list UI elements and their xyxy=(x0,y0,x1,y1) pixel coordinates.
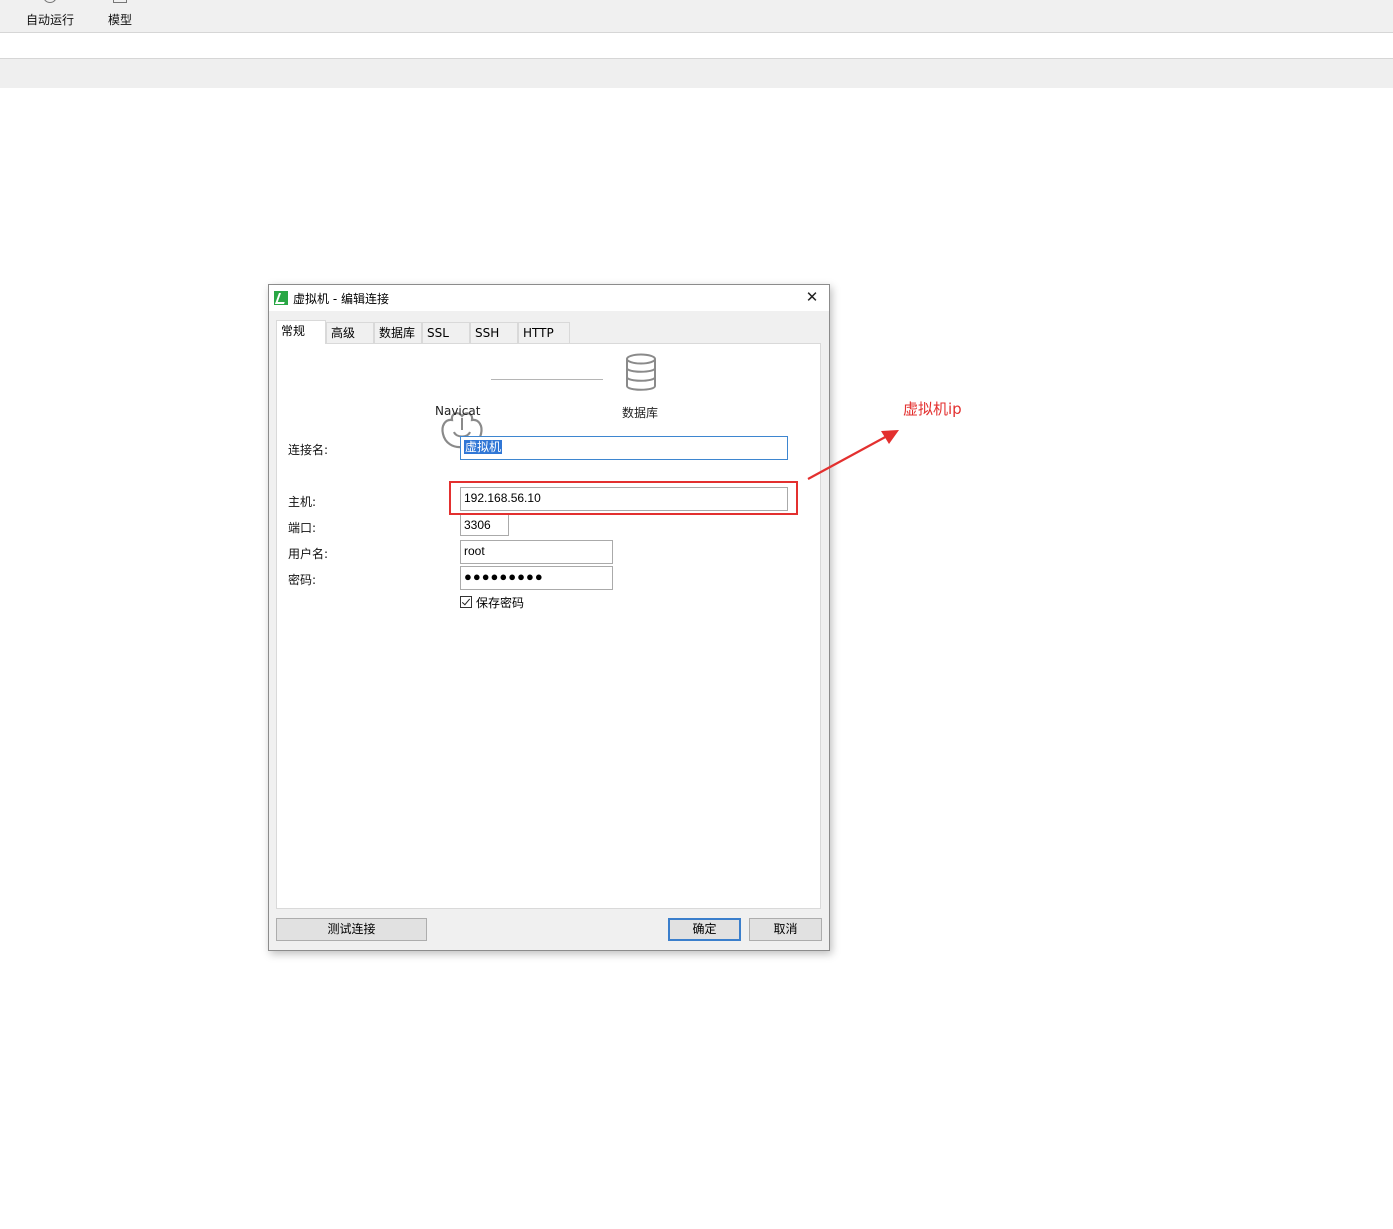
dialog-title: 虚拟机 - 编辑连接 xyxy=(293,292,389,306)
diagram-navicat-label: Navicat xyxy=(435,404,481,418)
host-highlight-box xyxy=(449,481,798,515)
tab-database[interactable]: 数据库 xyxy=(374,322,422,343)
navicat-app-icon xyxy=(274,291,288,305)
toolbar-autorun-label: 自动运行 xyxy=(25,13,74,27)
password-label: 密码: xyxy=(288,573,317,587)
dialog-titlebar[interactable]: 虚拟机 - 编辑连接 ✕ xyxy=(269,285,829,311)
port-input[interactable]: 3306 xyxy=(460,514,509,536)
password-input[interactable]: ●●●●●●●●● xyxy=(460,566,613,590)
model-icon xyxy=(113,0,127,3)
tab-ssh[interactable]: SSH xyxy=(470,322,518,343)
tab-ssl[interactable]: SSL xyxy=(422,322,470,343)
tab-advanced[interactable]: 高级 xyxy=(326,322,374,343)
diagram-connector-line xyxy=(491,379,603,380)
annotation-label: 虚拟机ip xyxy=(903,400,962,418)
annotation-arrow-icon xyxy=(807,430,899,480)
test-connection-button[interactable]: 测试连接 xyxy=(276,918,427,941)
username-label: 用户名: xyxy=(288,547,329,561)
diagram-database-label: 数据库 xyxy=(622,406,659,420)
database-icon xyxy=(626,353,656,391)
ok-button[interactable]: 确定 xyxy=(668,918,741,941)
host-label: 主机: xyxy=(288,495,317,509)
toolbar-model-label: 模型 xyxy=(107,13,132,27)
connection-name-value: 虚拟机 xyxy=(464,440,503,454)
save-password-checkbox[interactable] xyxy=(460,596,472,608)
close-icon[interactable]: ✕ xyxy=(803,288,821,306)
username-input[interactable]: root xyxy=(460,540,613,564)
app-toolbar: 自动运行 模型 xyxy=(0,0,1393,33)
connection-name-input[interactable]: 虚拟机 xyxy=(460,436,788,460)
cancel-button[interactable]: 取消 xyxy=(749,918,822,941)
toolbar-model-button[interactable]: 模型 xyxy=(98,0,142,32)
toolbar-autorun-button[interactable]: 自动运行 xyxy=(22,0,78,32)
save-password-label[interactable]: 保存密码 xyxy=(476,594,524,611)
general-tab-panel: Navicat 数据库 连接名: 虚拟机 主机: 192.168.56.10 端… xyxy=(276,343,821,909)
app-address-bar xyxy=(0,33,1393,59)
tab-http[interactable]: HTTP xyxy=(518,322,570,343)
clock-icon xyxy=(43,0,57,3)
connection-name-label: 连接名: xyxy=(288,443,329,457)
app-tab-strip xyxy=(0,59,1393,88)
tab-general[interactable]: 常规 xyxy=(276,320,326,344)
port-label: 端口: xyxy=(288,521,317,535)
edit-connection-dialog: 虚拟机 - 编辑连接 ✕ 常规 高级 数据库 SSL SSH HTTP Navi… xyxy=(268,284,830,951)
